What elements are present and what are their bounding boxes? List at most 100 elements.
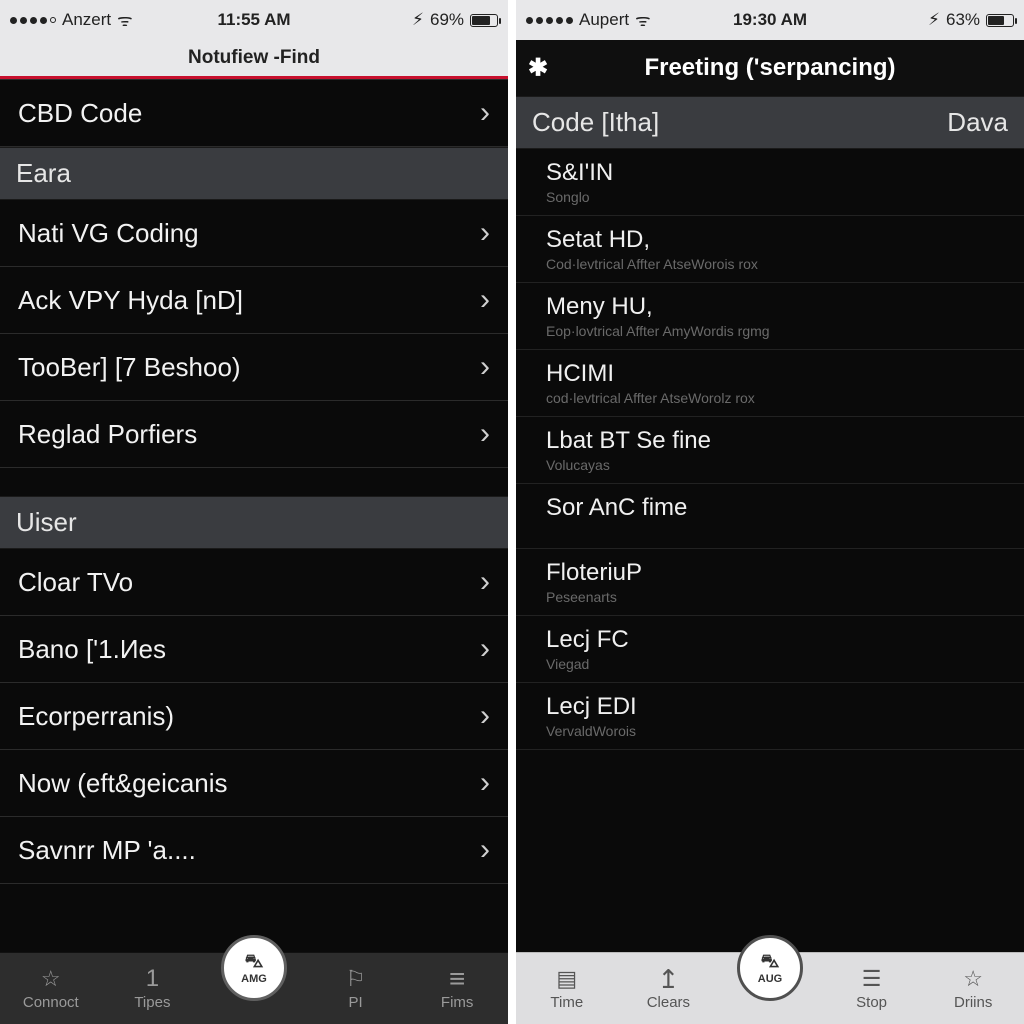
section-header-label: Eara	[16, 158, 71, 189]
code-list[interactable]: Code [Itha] Dava S&I'IN Songlo Setat HD, C…	[516, 96, 1024, 952]
signal-dots-icon	[526, 17, 573, 24]
tab-label: Stop	[856, 994, 887, 1011]
item-title: HCIMI	[546, 360, 1002, 388]
tab-label: Connoct	[23, 994, 79, 1011]
list-item[interactable]: S&I'IN Songlo	[516, 149, 1024, 216]
list-item[interactable]: Setat HD, Cod·levtrical Affter AtseWorois…	[516, 216, 1024, 283]
nav-title: Notufiew -Find	[0, 40, 508, 76]
list-item[interactable]: Bano ['1.Иes›	[0, 616, 508, 683]
wifi-icon: ᯤ	[117, 12, 133, 29]
center-button-label: AMG	[241, 973, 267, 985]
tab-bar: Connoct Tipes PI Fims ⛍ AMG	[0, 952, 508, 1024]
tab-stop[interactable]: Stop	[821, 966, 923, 1011]
list-item[interactable]: Lbat BT Se fine Volucayas	[516, 417, 1024, 484]
clock-label: 19:30 AM	[689, 10, 852, 30]
item-subtitle: Volucayas	[546, 457, 1002, 473]
battery-icon	[986, 14, 1014, 27]
list-item[interactable]: FloteriuP Peseenarts	[516, 549, 1024, 616]
battery-pct: 69%	[430, 10, 464, 30]
list-item[interactable]: Cloar TVo ›	[0, 549, 508, 616]
list-item[interactable]: Sor AnC fime	[516, 484, 1024, 549]
car-icon: ⛍	[761, 951, 780, 975]
list-item[interactable]: HCIMI cod·levtrical Affter AtseWorolz rox	[516, 350, 1024, 417]
item-subtitle: Songlo	[546, 189, 1002, 205]
page-title: Freeting ('serpancing)	[644, 54, 895, 82]
section-header: Uiser	[0, 496, 508, 549]
menu-icon	[449, 966, 465, 992]
list-item-label: TooBer] [7 Beshoo)	[18, 352, 241, 383]
tab-tipes[interactable]: Tipes	[102, 966, 204, 1011]
tab-bar: Time Clears Stop Driins ⛍ AUG	[516, 952, 1024, 1024]
chevron-right-icon: ›	[480, 833, 490, 867]
tab-pi[interactable]: PI	[305, 966, 407, 1011]
chevron-right-icon: ›	[480, 565, 490, 599]
signal-dots-icon	[10, 17, 56, 24]
list-item[interactable]: Nati VG Coding ›	[0, 200, 508, 267]
settings-list[interactable]: CBD Code › Eara Nati VG Coding › Ack VPY …	[0, 79, 508, 952]
carrier-label: Anzert	[62, 10, 111, 30]
item-title: Lecj EDI	[546, 693, 1002, 721]
tab-label: Time	[550, 994, 583, 1011]
center-action-button[interactable]: ⛍ AMG	[221, 935, 287, 1001]
list-header: Code [Itha] Dava	[516, 96, 1024, 149]
item-subtitle: cod·levtrical Affter AtseWorolz rox	[546, 390, 1002, 406]
list-item[interactable]: Ecorperranis)›	[0, 683, 508, 750]
carrier-label: Aupert	[579, 10, 629, 30]
list-header-left: Code [Itha]	[532, 107, 659, 138]
list-item[interactable]: Savnrr MP 'a.... ›	[0, 817, 508, 884]
list-item[interactable]: Meny HU,Eop·lovtrical Affter AmyWordis r…	[516, 283, 1024, 350]
chevron-right-icon: ›	[480, 216, 490, 250]
list-item[interactable]: Lecj FCViegad	[516, 616, 1024, 683]
clock-label: 11:55 AM	[173, 10, 336, 30]
section-header: Eara	[0, 147, 508, 200]
tab-label: Fims	[441, 994, 474, 1011]
star-icon	[41, 966, 61, 992]
item-subtitle	[546, 524, 1002, 538]
item-title: Lecj FC	[546, 626, 1002, 654]
car-icon: ⛍	[245, 951, 264, 975]
item-title: Lbat BT Se fine	[546, 427, 1002, 455]
tab-connect[interactable]: Connoct	[0, 966, 102, 1011]
tab-driins[interactable]: Driins	[922, 966, 1024, 1011]
list-item[interactable]: Reglad Porfiers ›	[0, 401, 508, 468]
star-icon	[963, 966, 983, 992]
item-title: Setat HD,	[546, 226, 1002, 254]
tab-label: PI	[348, 994, 362, 1011]
tab-clears[interactable]: Clears	[618, 966, 720, 1011]
item-title: FloteriuP	[546, 559, 1002, 587]
chevron-right-icon: ›	[480, 632, 490, 666]
list-item[interactable]: Now (eft&geicanis›	[0, 750, 508, 817]
tab-label: Clears	[647, 994, 690, 1011]
list-item[interactable]: CBD Code ›	[0, 79, 508, 147]
chevron-right-icon: ›	[480, 699, 490, 733]
battery-pct: 63%	[946, 10, 980, 30]
list-item-label: Reglad Porfiers	[18, 419, 197, 450]
list-item-label: Savnrr MP 'a....	[18, 835, 196, 866]
item-subtitle: Cod·levtrical Affter AtseWorois rox	[546, 256, 1002, 272]
item-subtitle: Peseenarts	[546, 589, 1002, 605]
status-bar: Anzert ᯤ 11:55 AM ⚡︎ 69%	[0, 0, 508, 40]
list-item[interactable]: TooBer] [7 Beshoo)›	[0, 334, 508, 401]
settings-button[interactable]	[528, 54, 548, 83]
tab-time[interactable]: Time	[516, 966, 618, 1011]
gear-icon	[528, 55, 548, 82]
bolt-icon: ⚡︎	[928, 10, 940, 30]
center-action-button[interactable]: ⛍ AUG	[737, 935, 803, 1001]
list-item-label: Nati VG Coding	[18, 218, 199, 249]
list-header-right: Dava	[947, 107, 1008, 138]
phone-right: Aupert ᯤ 19:30 AM ⚡︎ 63% Freeting ('serp…	[508, 0, 1024, 1024]
tab-fims[interactable]: Fims	[406, 966, 508, 1011]
wifi-icon: ᯤ	[635, 12, 651, 29]
item-title: Sor AnC fime	[546, 494, 1002, 522]
list-icon	[862, 966, 882, 992]
list-item[interactable]: Ack VPY Hyda [nD]›	[0, 267, 508, 334]
upload-icon	[657, 966, 679, 992]
item-title: S&I'IN	[546, 159, 1002, 187]
bolt-icon: ⚡︎	[412, 10, 424, 30]
chevron-right-icon: ›	[480, 417, 490, 451]
list-item-label: Cloar TVo	[18, 567, 133, 598]
one-icon	[146, 966, 159, 992]
chevron-right-icon: ›	[480, 766, 490, 800]
center-button-label: AUG	[758, 973, 782, 985]
list-item[interactable]: Lecj EDIVervaldWorois	[516, 683, 1024, 750]
